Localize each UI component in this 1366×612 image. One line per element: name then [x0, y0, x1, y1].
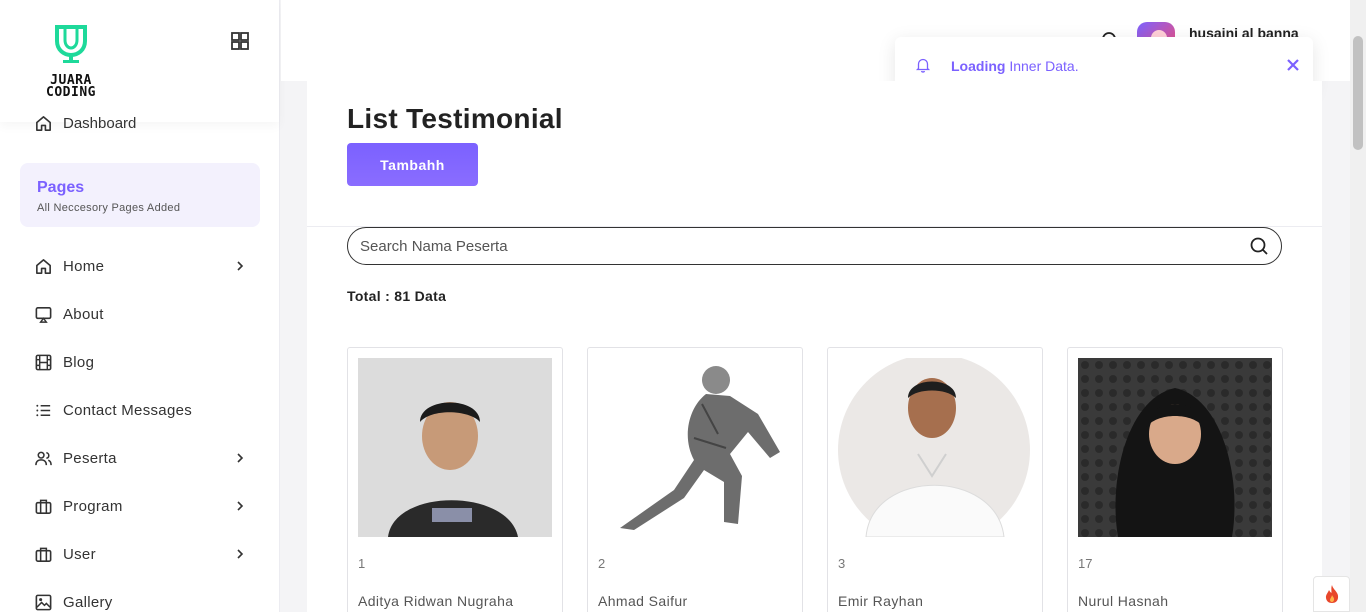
sidebar-item-label: Home [63, 257, 105, 275]
sidebar-item-peserta[interactable]: Peserta [0, 434, 280, 482]
sidebar-item-about[interactable]: About [0, 290, 280, 338]
close-icon[interactable] [1286, 58, 1300, 72]
search-icon[interactable] [1249, 236, 1269, 256]
scrollbar-thumb[interactable] [1353, 36, 1363, 150]
sidebar-item-gallery[interactable]: Gallery [0, 578, 280, 612]
testimonial-name: Ahmad Saifur [598, 593, 688, 609]
brand-logo[interactable]: JUARA CODING [33, 24, 109, 99]
users-icon [35, 451, 52, 465]
sidebar-nav: Home About Blog Contact Messages Peserta… [0, 242, 280, 612]
monitor-icon [35, 306, 52, 323]
sidebar-item-label: Dashboard [63, 115, 137, 132]
total-count: Total : 81 Data [347, 288, 447, 304]
sidebar-item-label: Gallery [63, 593, 113, 611]
testimonial-number: 2 [598, 556, 606, 571]
main-content: List Testimonial Tambahh Total : 81 Data… [307, 81, 1322, 612]
testimonial-name: Emir Rayhan [838, 593, 924, 609]
trophy-logo-icon [55, 25, 87, 63]
testimonial-card[interactable]: 1 Aditya Ridwan Nugraha [347, 347, 563, 612]
grid-menu-icon[interactable] [229, 30, 251, 52]
briefcase-icon [35, 547, 52, 562]
participant-photo [598, 358, 792, 537]
image-icon [35, 594, 52, 610]
testimonial-number: 1 [358, 556, 366, 571]
search-input[interactable] [360, 237, 1249, 255]
page-title: List Testimonial [347, 103, 563, 134]
sidebar-item-label: Blog [63, 353, 95, 371]
sidebar-item-label: Peserta [63, 449, 117, 467]
chevron-right-icon [237, 501, 244, 511]
participant-photo [838, 358, 1032, 537]
add-testimonial-button[interactable]: Tambahh [347, 143, 478, 186]
testimonial-card[interactable]: 17 Nurul Hasnah [1067, 347, 1283, 612]
sidebar-item-label: About [63, 305, 104, 323]
chevron-right-icon [237, 453, 244, 463]
pages-section-subtitle: All Neccesory Pages Added [37, 202, 181, 214]
film-icon [35, 354, 52, 370]
pages-section-card: Pages All Neccesory Pages Added [20, 163, 260, 227]
testimonial-number: 17 [1078, 556, 1093, 571]
sidebar-item-contact-messages[interactable]: Contact Messages [0, 386, 280, 434]
logo-text-line2: CODING [46, 85, 96, 100]
sidebar-item-user[interactable]: User [0, 530, 280, 578]
chevron-right-icon [237, 261, 244, 271]
testimonial-card[interactable]: 2 Ahmad Saifur [587, 347, 803, 612]
testimonial-grid: 1 Aditya Ridwan Nugraha 2 Ahmad Saifur 3… [347, 347, 1283, 612]
sidebar: JUARA CODING Dashboard Pages All Necceso… [0, 0, 280, 612]
logo-bar: JUARA CODING [0, 0, 279, 122]
sidebar-item-dashboard[interactable]: Dashboard [34, 114, 136, 133]
fire-icon [1325, 585, 1338, 603]
list-icon [36, 404, 51, 416]
testimonial-name: Nurul Hasnah [1078, 593, 1169, 609]
bell-icon [915, 58, 931, 73]
home-icon [36, 258, 51, 274]
chevron-right-icon [237, 549, 244, 559]
search-bar [347, 227, 1282, 265]
testimonial-number: 3 [838, 556, 846, 571]
page-scrollbar[interactable] [1350, 0, 1366, 612]
participant-photo [1078, 358, 1272, 537]
toast-message-text: Inner Data. [1005, 58, 1079, 74]
testimonial-card[interactable]: 3 Emir Rayhan [827, 347, 1043, 612]
participant-photo [358, 358, 552, 537]
sidebar-item-home[interactable]: Home [0, 242, 280, 290]
sidebar-item-label: Contact Messages [63, 401, 193, 419]
fire-button[interactable] [1313, 576, 1350, 612]
pages-section-title: Pages [37, 179, 85, 196]
sidebar-item-label: User [63, 545, 96, 563]
sidebar-item-blog[interactable]: Blog [0, 338, 280, 386]
testimonial-name: Aditya Ridwan Nugraha [358, 593, 514, 609]
sidebar-item-label: Program [63, 497, 123, 515]
toast-message-bold: Loading [951, 58, 1006, 74]
briefcase-icon [35, 499, 52, 514]
toast-message: Loading Inner Data. [951, 58, 1079, 74]
home-icon [36, 116, 51, 131]
sidebar-item-program[interactable]: Program [0, 482, 280, 530]
